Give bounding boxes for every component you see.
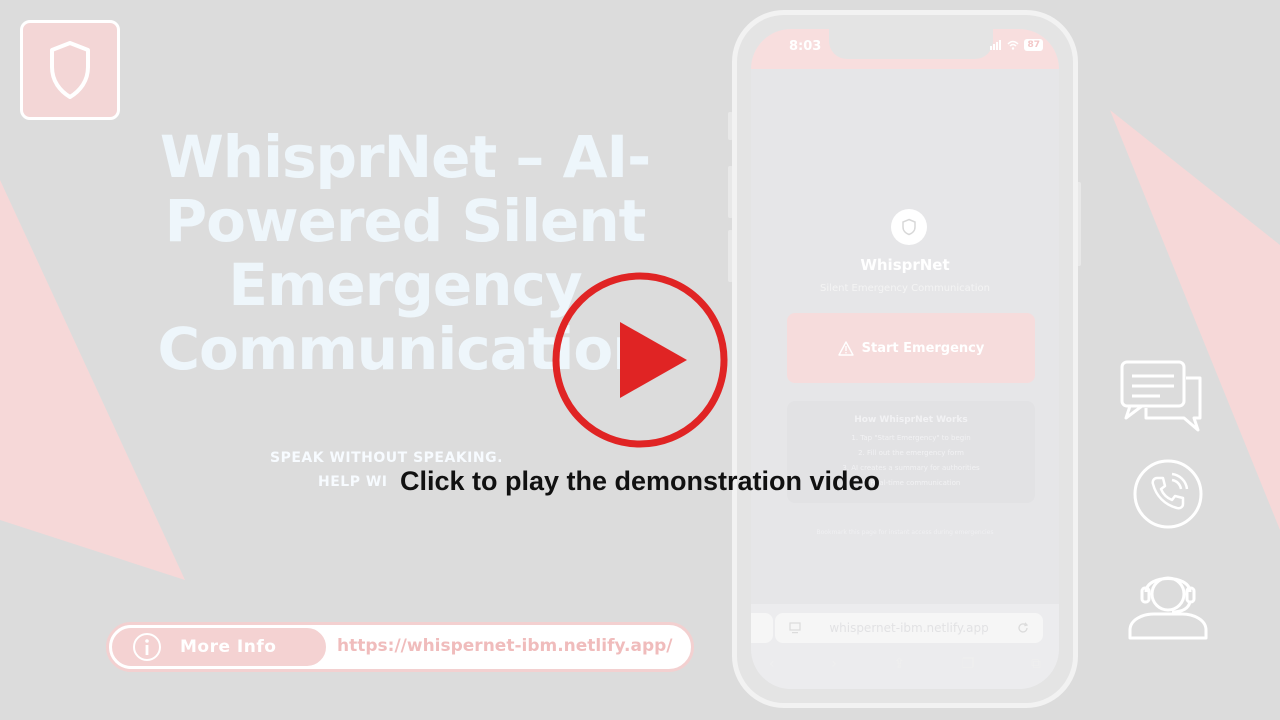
browser-nav-row: ‹ › ⇪ ❐ ⧉ — [769, 656, 1041, 672]
bookmarks-icon[interactable]: ❐ — [962, 656, 975, 672]
tab-stub[interactable] — [751, 613, 773, 643]
play-video-caption[interactable]: Click to play the demonstration video — [340, 466, 940, 497]
status-time: 8:03 — [789, 39, 822, 54]
info-icon — [133, 633, 161, 661]
forward-icon[interactable]: › — [831, 656, 837, 672]
phone-screen: 8:03 87 WhisprNet Silent Emergency Commu… — [751, 29, 1059, 689]
info-url-link[interactable]: https://whispernet-ibm.netlify.app/ — [337, 636, 672, 656]
signal-icon — [990, 40, 1002, 50]
shield-badge — [20, 20, 120, 120]
play-video-button[interactable] — [550, 270, 730, 450]
how-it-works-title: How WhisprNet Works — [854, 415, 968, 425]
battery-indicator: 87 — [1024, 39, 1043, 51]
reload-icon[interactable] — [1017, 622, 1029, 634]
phone-call-icon — [1133, 459, 1203, 529]
browser-url-field[interactable]: whispernet-ibm.netlify.app — [775, 613, 1043, 643]
start-emergency-button[interactable]: Start Emergency — [787, 313, 1035, 383]
more-info-bar: More Info https://whispernet-ibm.netlify… — [106, 622, 694, 672]
browser-url-text: whispernet-ibm.netlify.app — [829, 621, 989, 635]
share-icon[interactable]: ⇪ — [893, 656, 905, 672]
bookmark-note: Bookmark this page for instant access du… — [816, 529, 994, 536]
status-icons: 87 — [990, 39, 1043, 51]
app-logo — [891, 209, 927, 245]
status-bar: 8:03 87 — [751, 29, 1059, 69]
browser-toolbar: whispernet-ibm.netlify.app ‹ › ⇪ ❐ ⧉ — [751, 604, 1059, 689]
phone-mockup: 8:03 87 WhisprNet Silent Emergency Commu… — [732, 10, 1078, 708]
shield-icon — [50, 41, 90, 99]
phone-notch — [829, 29, 993, 59]
tabs-icon[interactable]: ⧉ — [1031, 656, 1041, 672]
wifi-icon — [1007, 40, 1019, 50]
more-info-button[interactable]: More Info — [109, 625, 329, 669]
more-info-label: More Info — [180, 637, 277, 657]
how-step: 1. Tap "Start Emergency" to begin — [851, 434, 971, 442]
back-icon[interactable]: ‹ — [769, 656, 775, 672]
how-step: 2. Fill out the emergency form — [858, 449, 964, 457]
chat-bubbles-icon — [1120, 360, 1202, 432]
start-emergency-label: Start Emergency — [861, 340, 985, 356]
warning-icon — [837, 340, 854, 356]
play-icon — [620, 322, 687, 398]
shield-icon — [902, 218, 916, 236]
tagline-line-1: Speak without speaking. — [270, 450, 503, 466]
app-name: WhisprNet — [860, 256, 950, 274]
support-agent-icon — [1128, 576, 1208, 640]
reader-icon — [789, 622, 801, 634]
app-subtitle: Silent Emergency Communication — [820, 283, 990, 294]
